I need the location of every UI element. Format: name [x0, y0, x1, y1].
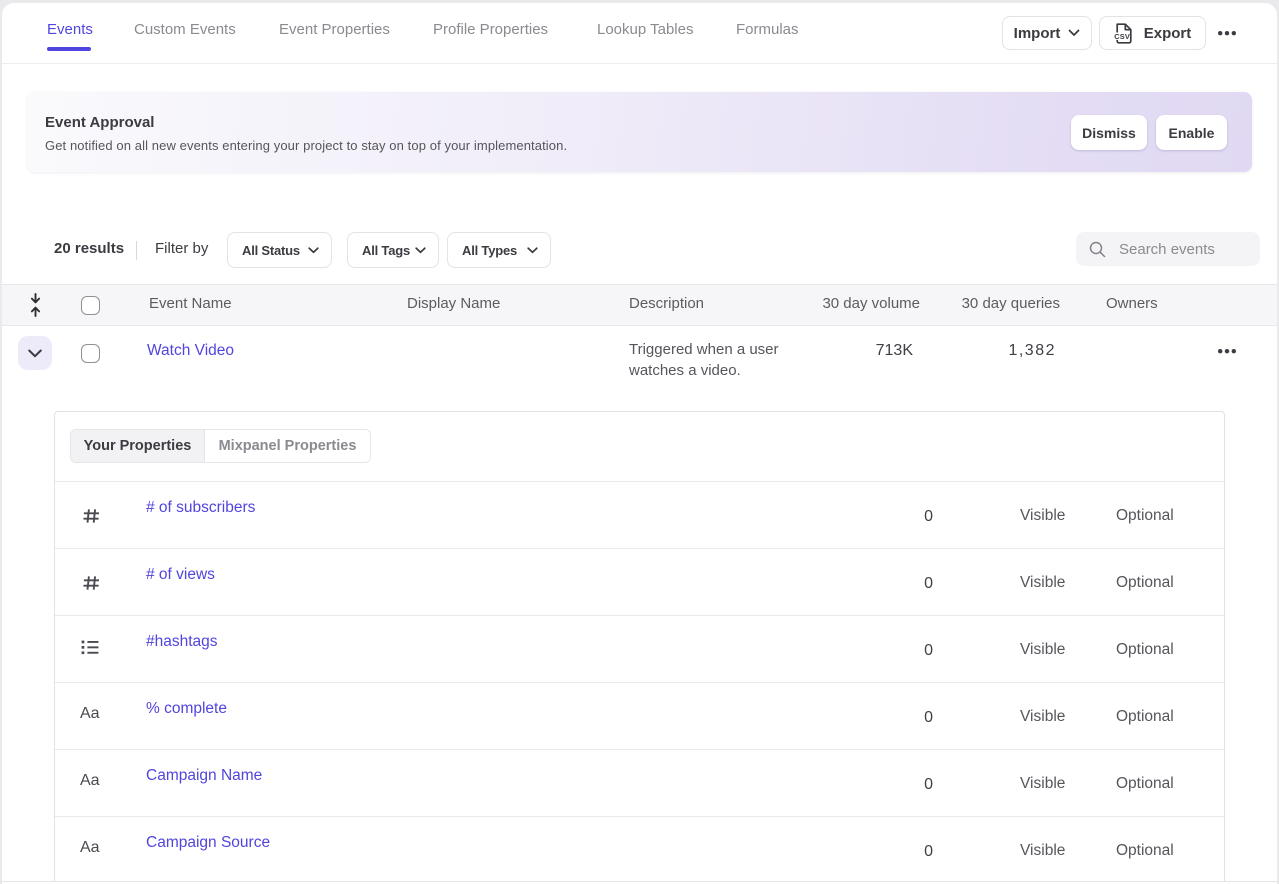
svg-text:CSV: CSV [1114, 32, 1130, 41]
